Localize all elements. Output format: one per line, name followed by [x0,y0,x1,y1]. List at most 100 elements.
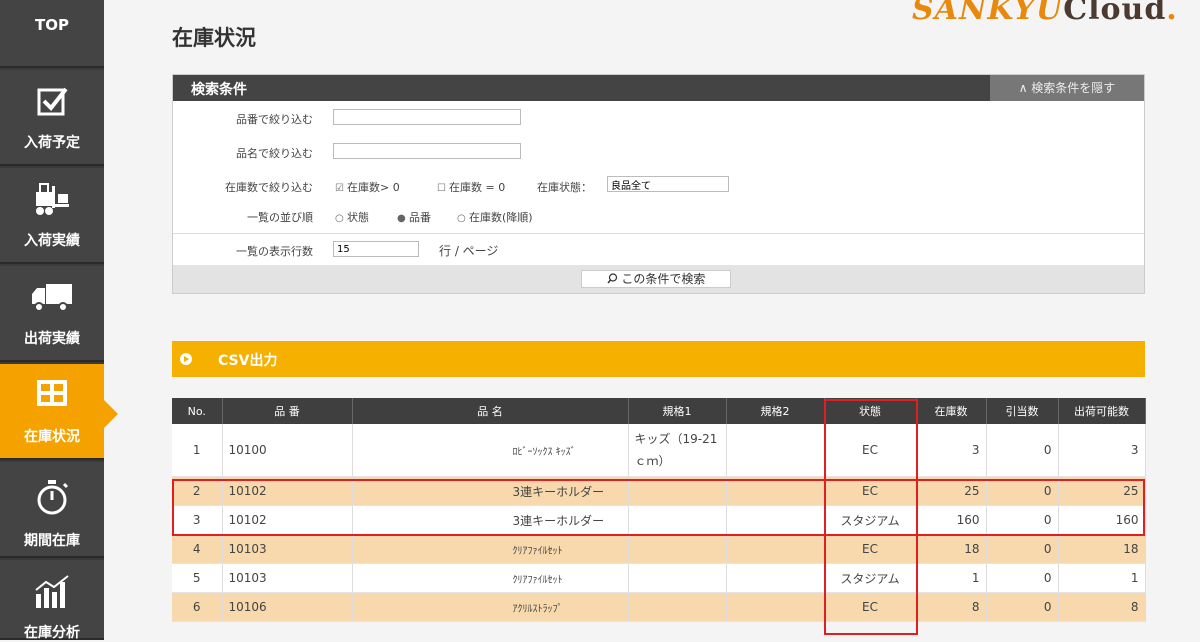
part-no-filter-label: 品番で絞り込む [236,113,313,126]
column-header-status[interactable]: 状態 [824,398,917,424]
sidebar-item-stock-analysis[interactable]: 在庫分析 [0,560,104,641]
sidebar-item-label: 出荷実績 [24,331,80,347]
column-header-spec2[interactable]: 規格2 [726,398,825,424]
sidebar-item-shipping-results[interactable]: 出荷実績 [0,266,104,362]
csv-export-button[interactable]: CSV出力 [172,341,1145,377]
stock-status-input[interactable] [607,176,729,192]
cell-available: 25 [1058,476,1146,506]
table-row[interactable]: 3 10102 3連キーホルダー スタジアム 160 0 160 [172,505,1146,535]
sidebar-item-stock-status[interactable]: 在庫状況 [0,364,118,460]
sidebar-item-label: TOP [35,16,69,34]
sort-radio-part-no[interactable]: ● 品番 [397,209,431,225]
column-header-name[interactable]: 品 名 [352,398,629,424]
page-title: 在庫状況 [172,26,256,50]
cell-stock: 25 [916,476,987,506]
sidebar-item-arrival-results[interactable]: 入荷実績 [0,168,104,264]
divider [173,233,1144,234]
checkbox-unchecked-icon: ☐ [437,183,446,194]
checkbox-icon [0,84,104,122]
cell-part-no: 10103 [222,534,353,564]
search-panel: 検索条件 ∧ 検索条件を隠す 品番で絞り込む 品名で絞り込む 在庫数で絞り込む … [172,74,1145,294]
cell-spec2 [726,534,825,564]
logo-dot: . [1166,0,1178,27]
cell-spec1 [628,563,727,593]
cell-available: 18 [1058,534,1146,564]
stock-gt-zero-checkbox[interactable]: ☑ 在庫数> 0 [335,179,400,195]
table-row[interactable]: 4 10103 ｸﾘｱﾌｧｲﾙｾｯﾄ EC 18 0 18 [172,534,1146,564]
table-row[interactable]: 5 10103 ｸﾘｱﾌｧｲﾙｾｯﾄ スタジアム 1 0 1 [172,563,1146,593]
page-size-input[interactable] [333,241,419,257]
sidebar-item-label: 在庫分析 [24,625,80,641]
cell-stock: 18 [916,534,987,564]
stock-eq-zero-checkbox[interactable]: ☐ 在庫数 = 0 [437,179,505,195]
cell-spec2 [726,476,825,506]
cell-part-no: 10102 [222,505,353,535]
column-header-allocated[interactable]: 引当数 [986,398,1059,424]
sort-radio-label: 在庫数(降順) [469,211,533,224]
cell-allocated: 0 [986,592,1059,622]
forklift-icon [0,182,104,222]
cell-allocated: 0 [986,476,1059,506]
sidebar-item-label: 入荷実績 [24,233,80,249]
csv-export-label: CSV出力 [218,353,278,369]
cell-status: EC [824,592,917,622]
cell-spec1 [628,476,727,506]
cell-stock: 160 [916,505,987,535]
bar-chart-icon [0,574,104,614]
cell-status: EC [824,424,917,477]
cell-no: 3 [172,505,223,535]
search-button[interactable]: この条件で検索 [581,270,731,288]
search-bar: この条件で検索 [173,265,1144,293]
sidebar-item-label: 在庫状況 [24,429,80,445]
cell-stock: 8 [916,592,987,622]
cell-available: 8 [1058,592,1146,622]
cell-no: 5 [172,563,223,593]
cell-name: 3連キーホルダー [352,505,629,535]
sort-order-label: 一覧の並び順 [247,211,313,224]
sort-radio-stock-desc[interactable]: ○ 在庫数(降順) [457,209,533,225]
radio-icon: ○ [335,213,344,224]
cell-status: EC [824,476,917,506]
column-header-spec1[interactable]: 規格1 [628,398,727,424]
table-row[interactable]: 1 10100 ﾛﾋﾞｰｿｯｸｽ ｷｯｽﾞ キッズ（19-21ｃｍ） EC 3 … [172,424,1146,477]
truck-icon [0,280,104,318]
cell-allocated: 0 [986,505,1059,535]
table-row[interactable]: 6 10106 ｱｸﾘﾙｽﾄﾗｯﾌﾟ EC 8 0 8 [172,592,1146,622]
part-name-input[interactable] [333,143,521,159]
part-no-input[interactable] [333,109,521,125]
stock-filter-label: 在庫数で絞り込む [225,181,313,194]
column-header-stock[interactable]: 在庫数 [916,398,987,424]
column-header-available[interactable]: 出荷可能数 [1058,398,1146,424]
search-button-label: この条件で検索 [621,272,706,286]
grid-icon [0,378,104,412]
radio-selected-icon: ● [397,213,406,224]
sort-radio-status[interactable]: ○ 状態 [335,209,369,225]
sidebar-item-top[interactable]: TOP [0,0,104,68]
sidebar-item-period-stock[interactable]: 期間在庫 [0,462,104,558]
stock-eq-zero-label: 在庫数 = 0 [449,181,506,194]
column-header-no[interactable]: No. [172,398,223,424]
cell-spec2 [726,505,825,535]
cell-spec1: キッズ（19-21ｃｍ） [628,424,727,477]
cell-available: 3 [1058,424,1146,477]
cell-allocated: 0 [986,534,1059,564]
search-icon [607,273,617,284]
hide-search-conditions-button[interactable]: ∧ 検索条件を隠す [990,75,1144,101]
column-header-part-no[interactable]: 品 番 [222,398,353,424]
cell-name: ｸﾘｱﾌｧｲﾙｾｯﾄ [352,534,629,564]
table-header-row: No. 品 番 品 名 規格1 規格2 状態 在庫数 引当数 出荷可能数 [172,398,1146,424]
sort-radio-label: 品番 [409,211,431,224]
cell-no: 6 [172,592,223,622]
stock-table: No. 品 番 品 名 規格1 規格2 状態 在庫数 引当数 出荷可能数 1 1… [172,398,1146,622]
search-panel-title: 検索条件 [191,82,247,98]
stock-gt-zero-label: 在庫数> 0 [347,181,400,194]
cell-name: ｸﾘｱﾌｧｲﾙｾｯﾄ [352,563,629,593]
logo-text-cloud: Cloud [1063,0,1167,27]
cell-spec1 [628,592,727,622]
logo-text-sankyu: SANKYU [912,0,1064,27]
page-size-label: 一覧の表示行数 [236,245,313,258]
sidebar-item-arrival-plan[interactable]: 入荷予定 [0,70,104,166]
table-row[interactable]: 2 10102 3連キーホルダー EC 25 0 25 [172,476,1146,506]
cell-stock: 3 [916,424,987,477]
cell-part-no: 10102 [222,476,353,506]
